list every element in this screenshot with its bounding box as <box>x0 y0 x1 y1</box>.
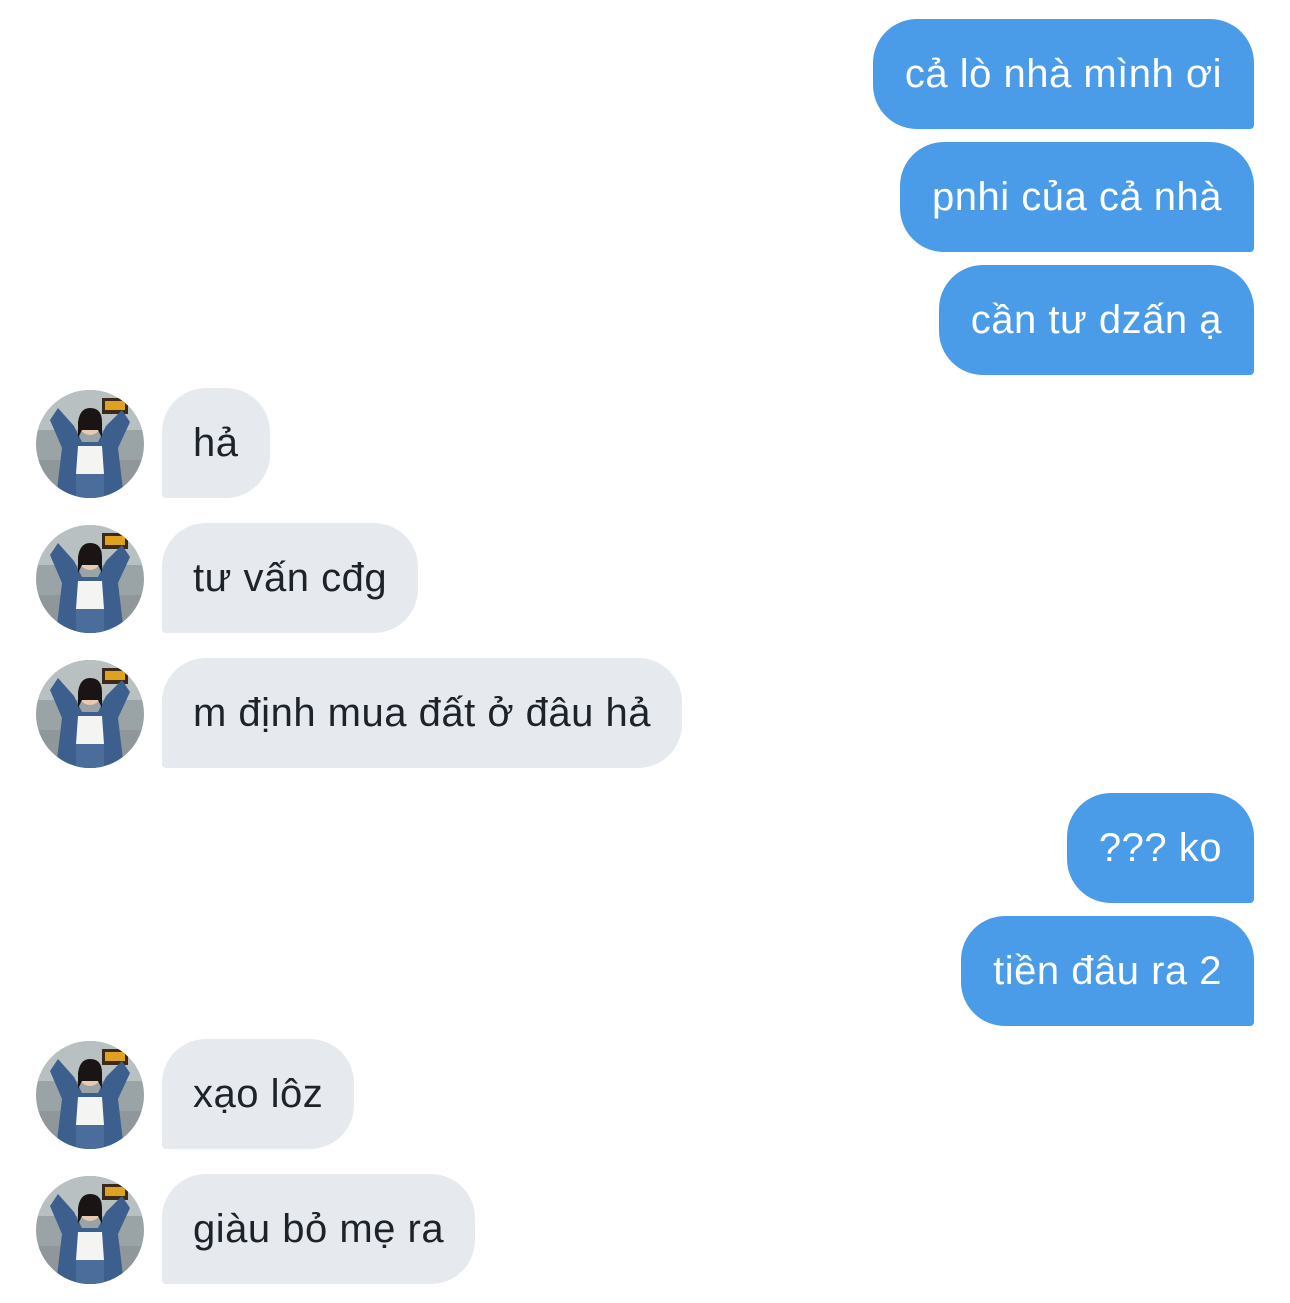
contact-avatar[interactable] <box>36 660 144 768</box>
avatar-photo-icon <box>36 525 144 633</box>
message-text: m định mua đất ở đâu hả <box>193 691 652 735</box>
received-message-bubble[interactable]: m định mua đất ở đâu hả <box>162 658 683 768</box>
received-message-bubble[interactable]: xạo lôz <box>162 1039 355 1149</box>
message-text: tư vấn cđg <box>193 556 388 600</box>
sent-message-bubble[interactable]: pnhi của cả nhà <box>900 142 1254 252</box>
message-text: hả <box>193 421 239 465</box>
avatar-photo-icon <box>36 1176 144 1284</box>
contact-avatar[interactable] <box>36 1176 144 1284</box>
contact-avatar[interactable] <box>36 525 144 633</box>
message-text: tiền đâu ra 2 <box>993 949 1222 993</box>
received-message-bubble[interactable]: giàu bỏ mẹ ra <box>162 1174 476 1284</box>
message-text: cần tư dzấn ạ <box>970 298 1222 342</box>
avatar-photo-icon <box>36 1041 144 1149</box>
avatar-photo-icon <box>36 390 144 498</box>
received-message-bubble[interactable]: tư vấn cđg <box>162 523 419 633</box>
message-text: pnhi của cả nhà <box>932 175 1222 219</box>
contact-avatar[interactable] <box>36 1041 144 1149</box>
sent-message-bubble[interactable]: cần tư dzấn ạ <box>938 265 1254 375</box>
contact-avatar[interactable] <box>36 390 144 498</box>
sent-message-bubble[interactable]: tiền đâu ra 2 <box>961 916 1254 1026</box>
received-message-bubble[interactable]: hả <box>162 388 270 498</box>
avatar-photo-icon <box>36 660 144 768</box>
message-text: cả lò nhà mình ơi <box>904 52 1222 96</box>
message-text: giàu bỏ mẹ ra <box>193 1207 445 1251</box>
sent-message-bubble[interactable]: cả lò nhà mình ơi <box>872 19 1254 129</box>
sent-message-bubble[interactable]: ??? ko <box>1066 793 1254 903</box>
message-text: xạo lôz <box>193 1072 324 1116</box>
message-text: ??? ko <box>1098 826 1222 870</box>
